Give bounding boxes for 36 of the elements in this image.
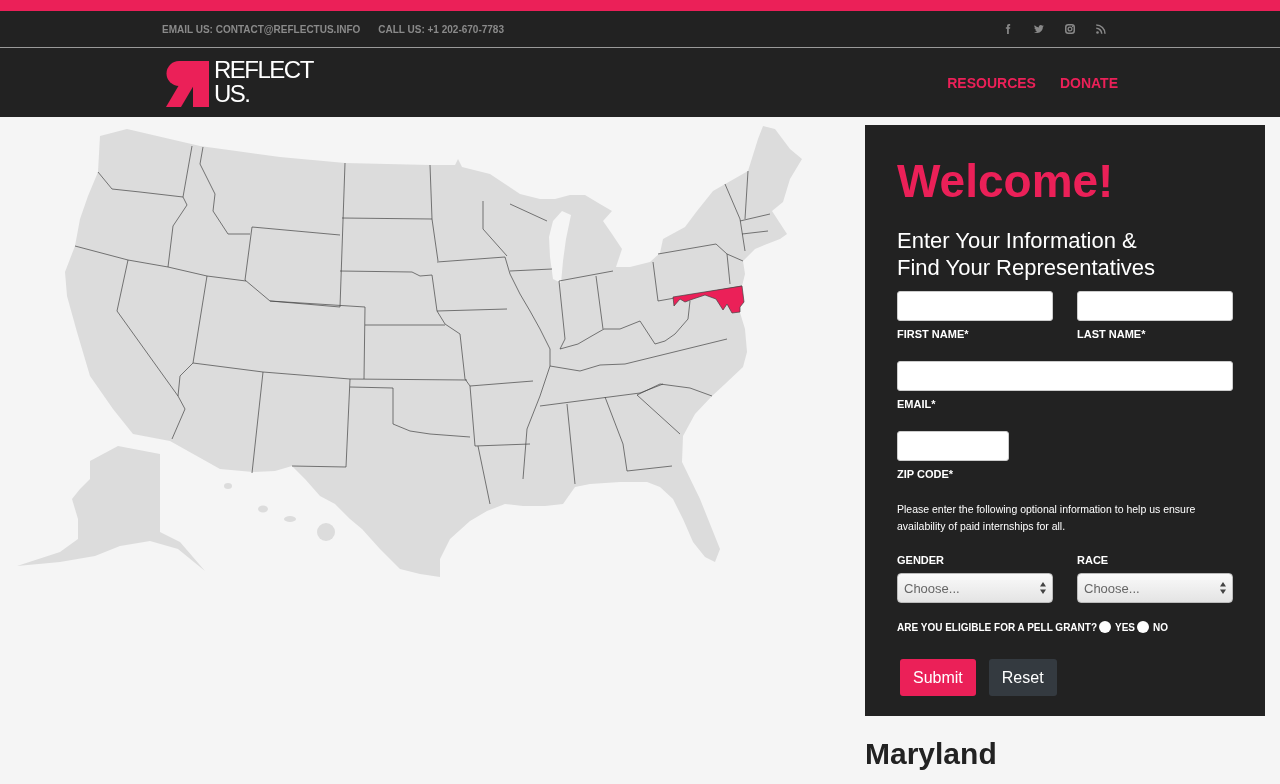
field-label: LAST NAME*	[1077, 327, 1147, 341]
select-label: GENDER	[897, 553, 946, 567]
dropdown-select[interactable]: Choose...	[1077, 573, 1233, 603]
email-field[interactable]	[897, 361, 1233, 391]
form-button[interactable]: Reset	[988, 659, 1057, 696]
up-down-arrows-icon	[1220, 582, 1226, 594]
name-field[interactable]	[897, 291, 1053, 321]
nav-link[interactable]: RESOURCES	[947, 74, 1036, 91]
bird-icon[interactable]	[1034, 24, 1044, 34]
nav-link[interactable]: DONATE	[1059, 74, 1118, 91]
question-text: ARE YOU ELIGIBLE FOR A PELL GRANT?	[897, 621, 1097, 633]
facebook-icon[interactable]	[1003, 24, 1013, 34]
field-label: ZIP CODE*	[897, 467, 955, 481]
radio-button[interactable]	[1099, 621, 1111, 633]
contact-text: EMAIL US: CONTACT@REFLECTUS.INFO	[162, 23, 361, 35]
note-text: Please enter the following optional information to help us ensure availability of paid internships for all.	[897, 502, 1197, 534]
state-region[interactable]	[672, 285, 745, 314]
welcome-title: Welcome!	[897, 154, 1115, 209]
form-heading: Enter Your Information & Find Your Representatives	[897, 227, 1157, 281]
up-down-arrows-icon	[1040, 582, 1046, 594]
radio-label: YES	[1115, 621, 1136, 633]
name-field[interactable]	[1077, 291, 1233, 321]
select-label: RACE	[1077, 553, 1110, 567]
dropdown-select[interactable]: Choose...	[897, 573, 1053, 603]
field-label: FIRST NAME*	[897, 327, 970, 341]
rss-icon[interactable]	[1096, 24, 1106, 34]
form-button[interactable]: Submit	[900, 659, 976, 696]
field-label: EMAIL*	[897, 397, 937, 411]
camera-icon[interactable]	[1065, 24, 1075, 34]
logo-mark-icon	[166, 61, 209, 107]
zip-code-field[interactable]	[897, 431, 1009, 461]
radio-button[interactable]	[1137, 621, 1150, 633]
contact-text: CALL US: +1 202-670-7783	[378, 23, 504, 35]
radio-label: NO	[1153, 621, 1169, 633]
logo-text: REFLECT US.	[214, 58, 313, 106]
state-heading: Maryland	[865, 736, 998, 772]
